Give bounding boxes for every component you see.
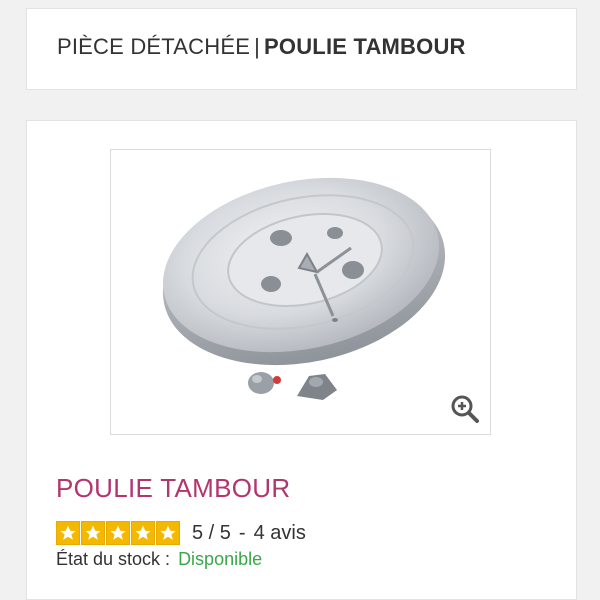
- star-icon: [156, 521, 180, 545]
- product-card: POULIE TAMBOUR 5 / 5-4 avis État du stoc…: [26, 120, 577, 600]
- rating-dash: -: [238, 521, 246, 544]
- review-count-link[interactable]: 4 avis: [254, 522, 306, 544]
- zoom-in-button[interactable]: [450, 394, 480, 424]
- star-icon: [106, 521, 130, 545]
- title-product: POULIE TAMBOUR: [264, 34, 466, 59]
- rating-score: 5 / 5: [192, 521, 231, 544]
- star-icon: [56, 521, 80, 545]
- product-image[interactable]: [110, 149, 491, 435]
- stock-value: Disponible: [178, 549, 263, 569]
- title-separator: |: [254, 34, 261, 59]
- page-header: PIÈCE DÉTACHÉE | POULIE TAMBOUR: [26, 8, 577, 90]
- stock-status: État du stock : Disponible: [56, 549, 262, 570]
- rating-row[interactable]: 5 / 5-4 avis: [56, 521, 306, 545]
- zoom-in-icon: [451, 395, 479, 423]
- rating-text: 5 / 5-4 avis: [192, 522, 306, 545]
- star-icon: [81, 521, 105, 545]
- title-prefix: PIÈCE DÉTACHÉE: [57, 34, 251, 59]
- product-name: POULIE TAMBOUR: [56, 473, 291, 503]
- stock-label: État du stock :: [56, 549, 171, 569]
- star-icon: [131, 521, 155, 545]
- pulley-image: [162, 177, 446, 400]
- page-title: PIÈCE DÉTACHÉE | POULIE TAMBOUR: [57, 34, 466, 60]
- rating-stars: [56, 521, 180, 545]
